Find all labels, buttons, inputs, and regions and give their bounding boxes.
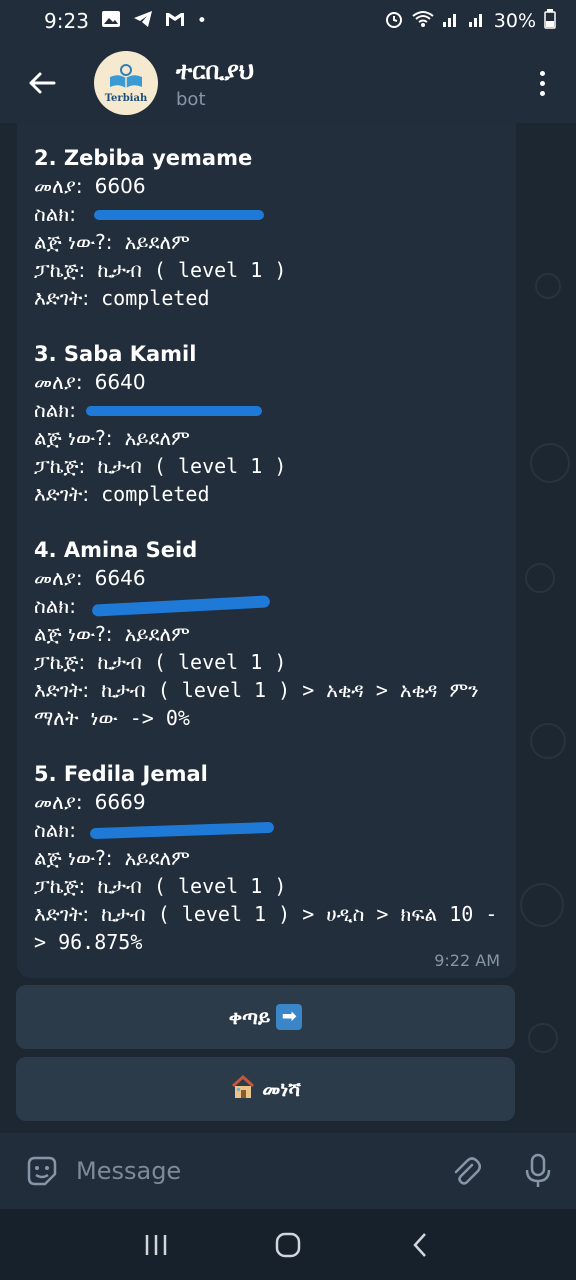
home-label: መነሻ <box>262 1077 301 1101</box>
avatar[interactable]: Terbiah <box>94 51 158 115</box>
progress-label: እድገት: <box>34 678 90 702</box>
id-label: መለያ: <box>34 566 83 590</box>
paperclip-icon <box>454 1157 481 1185</box>
avatar-label: Terbiah <box>104 92 148 104</box>
next-label: ቀጣይ <box>228 1005 271 1029</box>
id-label: መለያ: <box>34 790 83 814</box>
battery-percent: 30% <box>493 10 536 32</box>
attach-button[interactable] <box>446 1151 486 1191</box>
message-bubble: 2. Zebiba yemame መለያ: 6606 ስልክ: ልጅ ነው?: … <box>17 123 516 978</box>
child-label: ልጅ ነው?: <box>34 426 113 450</box>
package-value: ኪታብ ( level 1 ) <box>97 454 287 478</box>
sticker-icon <box>27 1156 57 1186</box>
status-time: 9:23 <box>44 9 89 33</box>
dot-icon <box>539 80 545 86</box>
telegram-icon <box>133 10 153 33</box>
back-button[interactable] <box>20 61 64 105</box>
chat-background: 2. Zebiba yemame መለያ: 6606 ስልክ: ልጅ ነው?: … <box>0 123 576 1133</box>
progress-label: እድገት: <box>34 286 90 310</box>
dot-icon: • <box>196 11 207 31</box>
package-label: ፓኬጅ: <box>34 650 86 674</box>
child-label: ልጅ ነው?: <box>34 622 113 646</box>
wifi-icon <box>412 10 434 33</box>
id-label: መለያ: <box>34 174 83 198</box>
package-label: ፓኬጅ: <box>34 874 86 898</box>
redaction-scribble <box>91 595 271 617</box>
progress-value: completed <box>101 482 210 506</box>
package-value: ኪታብ ( level 1 ) <box>97 650 287 674</box>
list-item: 4. Amina Seid መለያ: 6646 ስልክ: ልጅ ነው?: አይደ… <box>34 536 504 732</box>
redaction-scribble <box>86 406 262 416</box>
microphone-icon <box>525 1153 551 1187</box>
phone-label: ስልክ: <box>34 594 76 618</box>
child-label: ልጅ ነው?: <box>34 846 113 870</box>
message-input[interactable] <box>76 1157 446 1185</box>
chat-subtitle: bot <box>176 88 206 110</box>
package-value: ኪታብ ( level 1 ) <box>97 258 287 282</box>
more-menu-button[interactable] <box>532 63 552 103</box>
home-nav-button[interactable] <box>264 1221 312 1269</box>
dot-icon <box>539 70 545 76</box>
house-icon <box>230 1074 256 1104</box>
child-value: አይደለም <box>124 426 190 450</box>
redaction-scribble <box>89 821 275 840</box>
battery-icon <box>544 8 556 34</box>
progress-value: ኪታብ ( level 1 ) > ሀዲስ > ክፍል 10 -> 96.875… <box>34 902 498 954</box>
phone-label: ስልክ: <box>34 398 76 422</box>
system-nav-bar <box>0 1209 576 1280</box>
arrow-left-icon <box>29 72 56 94</box>
mic-button[interactable] <box>518 1151 558 1191</box>
package-label: ፓኬጅ: <box>34 258 86 282</box>
chevron-left-icon <box>413 1232 426 1257</box>
message-timestamp: 9:22 AM <box>434 951 500 970</box>
title-block[interactable]: ተርቢያህ bot <box>176 57 254 110</box>
package-value: ኪታብ ( level 1 ) <box>97 874 287 898</box>
dot-icon <box>539 90 545 96</box>
signal-icon-2 <box>468 10 486 33</box>
id-value: 6640 <box>94 370 146 394</box>
progress-label: እድገት: <box>34 902 90 926</box>
entry-name: 5. Fedila Jemal <box>34 762 208 786</box>
recents-icon <box>145 1234 167 1255</box>
id-value: 6646 <box>94 566 146 590</box>
entry-name: 2. Zebiba yemame <box>34 146 253 170</box>
status-bar: 9:23 • 30% <box>0 0 576 42</box>
chat-header: Terbiah ተርቢያህ bot <box>0 42 576 124</box>
list-item: 3. Saba Kamil መለያ: 6640 ስልክ: ልጅ ነው?: አይደ… <box>34 340 504 508</box>
id-value: 6669 <box>94 790 146 814</box>
id-value: 6606 <box>94 174 146 198</box>
chat-title: ተርቢያህ <box>176 56 254 85</box>
recent-apps-button[interactable] <box>132 1221 180 1269</box>
list-item: 2. Zebiba yemame መለያ: 6606 ስልክ: ልጅ ነው?: … <box>34 144 504 312</box>
child-value: አይደለም <box>124 622 190 646</box>
next-button[interactable]: ቀጣይ ➡ <box>16 985 515 1049</box>
phone-label: ስልክ: <box>34 818 76 842</box>
list-item: 5. Fedila Jemal መለያ: 6669 ስልክ: ልጅ ነው?: አ… <box>34 760 504 956</box>
home-button[interactable]: መነሻ <box>16 1057 515 1121</box>
back-nav-button[interactable] <box>396 1221 444 1269</box>
message-input-bar <box>0 1133 576 1209</box>
signal-icon <box>442 10 460 33</box>
redaction-scribble <box>94 210 264 220</box>
entry-name: 4. Amina Seid <box>34 538 198 562</box>
child-value: አይደለም <box>124 846 190 870</box>
book-logo-icon <box>110 63 142 88</box>
emoji-button[interactable] <box>22 1151 62 1191</box>
gmail-icon <box>165 11 185 32</box>
id-label: መለያ: <box>34 370 83 394</box>
progress-label: እድገት: <box>34 482 90 506</box>
cut-off-text <box>34 123 504 124</box>
progress-value: ኪታብ ( level 1 ) > አቂዳ > አቂዳ ምን ማለት ነው ->… <box>34 678 479 730</box>
child-value: አይደለም <box>124 230 190 254</box>
child-label: ልጅ ነው?: <box>34 230 113 254</box>
home-circle-icon <box>275 1232 301 1257</box>
gallery-icon <box>101 10 121 33</box>
alarm-icon <box>384 9 404 34</box>
progress-value: completed <box>101 286 210 310</box>
phone-label: ስልክ: <box>34 202 76 226</box>
package-label: ፓኬጅ: <box>34 454 86 478</box>
entry-name: 3. Saba Kamil <box>34 342 197 366</box>
arrow-right-icon: ➡ <box>276 1004 303 1030</box>
